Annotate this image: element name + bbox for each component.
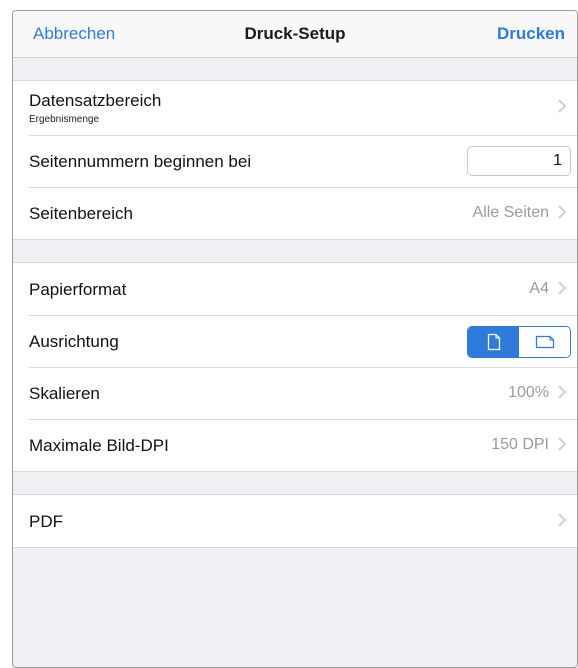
scale-label: Skalieren: [29, 384, 100, 403]
page-range-row[interactable]: Seitenbereich Alle Seiten: [13, 187, 577, 239]
max-image-dpi-value: 150 DPI: [491, 436, 549, 453]
chevron-right-icon: [558, 385, 567, 399]
chevron-right-icon: [558, 99, 567, 113]
page-title: Druck-Setup: [244, 24, 346, 43]
chevron-right-icon: [558, 437, 567, 451]
section-pdf: PDF: [13, 494, 577, 548]
landscape-page-icon: [535, 335, 554, 349]
orientation-landscape-button[interactable]: [519, 327, 570, 357]
portrait-page-icon: [487, 333, 500, 351]
chevron-right-icon: [558, 281, 567, 295]
max-image-dpi-label: Maximale Bild-DPI: [29, 436, 169, 455]
record-range-label: Datensatzbereich: [29, 91, 162, 110]
orientation-portrait-button[interactable]: [468, 327, 519, 357]
page-range-label: Seitenbereich: [29, 204, 133, 223]
page-number-start-input[interactable]: [467, 146, 571, 176]
pdf-label: PDF: [29, 512, 63, 531]
print-button[interactable]: Drucken: [497, 24, 565, 44]
chevron-right-icon: [558, 513, 567, 527]
orientation-row: Ausrichtung: [13, 315, 577, 367]
chevron-right-icon: [558, 205, 567, 219]
pdf-row[interactable]: PDF: [13, 495, 577, 547]
orientation-segmented-control: [467, 326, 571, 358]
scale-value: 100%: [508, 384, 549, 401]
scale-row[interactable]: Skalieren 100%: [13, 367, 577, 419]
paper-format-row[interactable]: Papierformat A4: [13, 263, 577, 315]
navigation-bar: Abbrechen Druck-Setup Drucken: [13, 11, 577, 58]
page-numbers-start-row: Seitennummern beginnen bei: [13, 135, 577, 187]
orientation-label: Ausrichtung: [29, 332, 119, 351]
paper-format-label: Papierformat: [29, 280, 127, 299]
record-range-sublabel: Ergebnismenge: [29, 114, 100, 125]
page-numbers-start-label: Seitennummern beginnen bei: [29, 152, 252, 171]
max-image-dpi-row[interactable]: Maximale Bild-DPI 150 DPI: [13, 419, 577, 471]
section-paper-settings: Papierformat A4 Ausrichtung Skalieren 10…: [13, 262, 577, 472]
record-range-row[interactable]: Datensatzbereich Ergebnismenge: [13, 81, 577, 135]
section-record-settings: Datensatzbereich Ergebnismenge Seitennum…: [13, 80, 577, 240]
page-range-value: Alle Seiten: [472, 204, 550, 221]
paper-format-value: A4: [529, 280, 549, 297]
print-setup-panel: Abbrechen Druck-Setup Drucken Datensatzb…: [12, 10, 578, 668]
